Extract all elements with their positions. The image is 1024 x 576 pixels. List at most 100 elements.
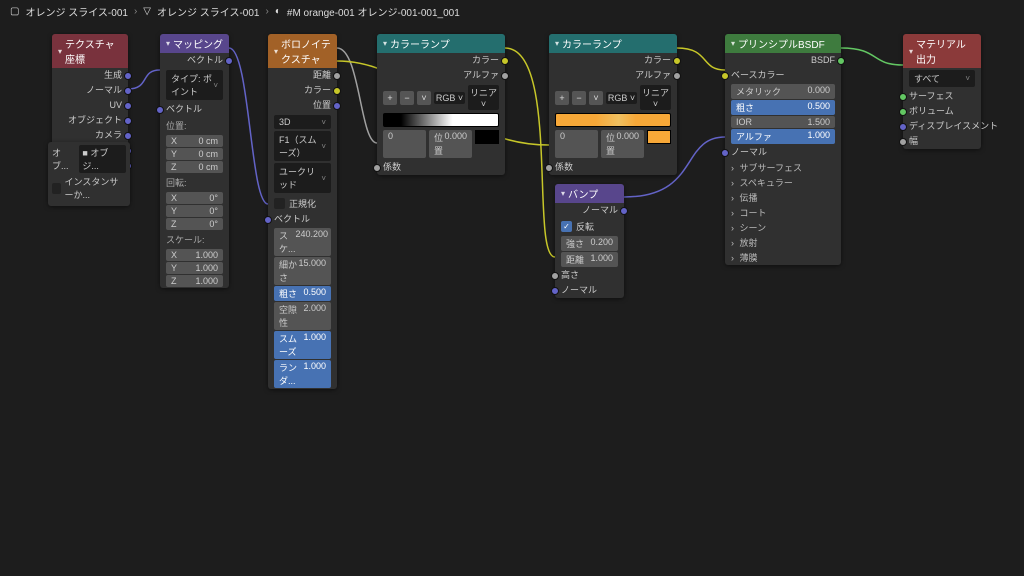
socket-input[interactable]: 高さ — [555, 268, 624, 283]
stop-color-swatch[interactable] — [647, 130, 671, 144]
socket-output[interactable]: カラー — [549, 53, 677, 68]
metallic-input[interactable]: メタリック0.000 — [731, 84, 835, 99]
node-color-ramp-2[interactable]: ▾カラーランプ カラー アルファ + − ˅ RGB ˅ リニア ˅ 0 位置0… — [549, 34, 677, 175]
group-emission[interactable]: › 放射 — [725, 235, 841, 250]
socket-output[interactable]: アルファ — [377, 68, 505, 83]
socket-output[interactable]: アルファ — [549, 68, 677, 83]
target-dropdown[interactable]: すべて˅ — [909, 70, 975, 87]
node-bump[interactable]: ▾バンプ ノーマル ✓反転 強さ0.200 距離1.000 高さ ノーマル — [555, 184, 624, 298]
socket-input[interactable]: ベクトル — [268, 212, 337, 227]
scale-z[interactable]: Z1.000 — [166, 275, 223, 287]
node-voronoi-texture[interactable]: ▾ボロノイテクスチャ 距離 カラー 位置 3D˅ F1（スムーズ）˅ ユークリッ… — [268, 34, 337, 389]
node-material-output[interactable]: ▾マテリアル出力 すべて˅ サーフェス ボリューム ディスプレイスメント 幅 — [903, 34, 981, 149]
checkbox[interactable] — [52, 183, 61, 194]
breadcrumb-item[interactable]: #M orange-001 オレンジ-001-001_001 — [287, 4, 460, 19]
dimensions-dropdown[interactable]: 3D˅ — [274, 115, 331, 129]
alpha-input[interactable]: アルファ1.000 — [731, 129, 835, 144]
gradient-bar[interactable] — [383, 113, 499, 127]
socket-output[interactable]: 生成 — [52, 68, 128, 83]
socket-input[interactable]: ベクトル — [160, 102, 229, 117]
socket-output[interactable]: ノーマル — [555, 203, 624, 218]
breadcrumb-item[interactable]: オレンジ スライス-001 — [25, 4, 128, 19]
node-header[interactable]: ▾バンプ — [555, 184, 624, 203]
ior-input[interactable]: IOR1.500 — [731, 116, 835, 128]
rot-y[interactable]: Y0° — [166, 205, 223, 217]
randomness-input[interactable]: ランダ...1.000 — [274, 360, 331, 388]
loc-z[interactable]: Z0 cm — [166, 161, 223, 173]
loc-x[interactable]: X0 cm — [166, 135, 223, 147]
socket-input[interactable]: 係数 — [549, 160, 677, 175]
type-dropdown[interactable]: タイプ: ポイント˅ — [166, 70, 223, 100]
stop-index[interactable]: 0 — [555, 130, 598, 158]
normalize-checkbox[interactable] — [274, 198, 285, 209]
roughness-input[interactable]: 粗さ0.500 — [274, 286, 331, 301]
ramp-menu-button[interactable]: ˅ — [589, 91, 603, 105]
socket-input[interactable]: ノーマル — [725, 145, 841, 160]
node-header[interactable]: ▾マテリアル出力 — [903, 34, 981, 68]
socket-output[interactable]: カラー — [268, 83, 337, 98]
remove-stop-button[interactable]: − — [572, 91, 586, 105]
strength-input[interactable]: 強さ0.200 — [561, 236, 618, 251]
node-header[interactable]: ▾マッピング — [160, 34, 229, 53]
node-mapping[interactable]: ▾マッピング ベクトル タイプ: ポイント˅ ベクトル 位置: X0 cm Y0… — [160, 34, 229, 288]
metric-dropdown[interactable]: ユークリッド˅ — [274, 163, 331, 193]
node-header[interactable]: ▾カラーランプ — [549, 34, 677, 53]
group-transmission[interactable]: › 伝播 — [725, 190, 841, 205]
stop-index[interactable]: 0 — [383, 130, 426, 158]
gradient-bar[interactable] — [555, 113, 671, 127]
socket-input[interactable]: ベースカラー — [725, 68, 841, 83]
socket-output[interactable]: ベクトル — [160, 53, 229, 68]
stop-position[interactable]: 位置0.000 — [429, 130, 472, 158]
group-specular[interactable]: › スペキュラー — [725, 175, 841, 190]
socket-input[interactable]: ディスプレイスメント — [903, 119, 981, 134]
texcoord-panel[interactable]: オブ... ■ オブジ... インスタンサーか... — [48, 142, 130, 206]
loc-y[interactable]: Y0 cm — [166, 148, 223, 160]
group-thinfilm[interactable]: › 薄膜 — [725, 250, 841, 265]
socket-output[interactable]: ノーマル — [52, 83, 128, 98]
scale-y[interactable]: Y1.000 — [166, 262, 223, 274]
node-header[interactable]: ▾プリンシプルBSDF — [725, 34, 841, 53]
breadcrumb-item[interactable]: オレンジ スライス-001 — [157, 4, 260, 19]
socket-input[interactable]: 幅 — [903, 134, 981, 149]
lacunarity-input[interactable]: 空隙性2.000 — [274, 302, 331, 330]
ramp-menu-button[interactable]: ˅ — [417, 91, 431, 105]
socket-output[interactable]: カメラ — [52, 128, 128, 143]
group-sheen[interactable]: › シーン — [725, 220, 841, 235]
group-coat[interactable]: › コート — [725, 205, 841, 220]
group-subsurface[interactable]: › サブサーフェス — [725, 160, 841, 175]
socket-output[interactable]: カラー — [377, 53, 505, 68]
invert-checkbox[interactable]: ✓ — [561, 221, 572, 232]
object-field[interactable]: ■ オブジ... — [79, 145, 126, 173]
distance-input[interactable]: 距離1.000 — [561, 252, 618, 267]
color-mode-dropdown[interactable]: RGB ˅ — [606, 92, 637, 104]
color-mode-dropdown[interactable]: RGB ˅ — [434, 92, 465, 104]
socket-input[interactable]: サーフェス — [903, 89, 981, 104]
socket-output[interactable]: UV — [52, 98, 128, 113]
node-principled-bsdf[interactable]: ▾プリンシプルBSDF BSDF ベースカラー メタリック0.000 粗さ0.5… — [725, 34, 841, 265]
feature-dropdown[interactable]: F1（スムーズ）˅ — [274, 131, 331, 161]
socket-input[interactable]: ボリューム — [903, 104, 981, 119]
node-color-ramp-1[interactable]: ▾カラーランプ カラー アルファ + − ˅ RGB ˅ リニア ˅ 0 位置0… — [377, 34, 505, 175]
socket-output[interactable]: BSDF — [725, 53, 841, 68]
interpolation-dropdown[interactable]: リニア ˅ — [468, 85, 499, 110]
socket-output[interactable]: 位置 — [268, 98, 337, 113]
add-stop-button[interactable]: + — [383, 91, 397, 105]
node-header[interactable]: ▾カラーランプ — [377, 34, 505, 53]
smoothness-input[interactable]: スムーズ1.000 — [274, 331, 331, 359]
stop-color-swatch[interactable] — [475, 130, 499, 144]
rot-z[interactable]: Z0° — [166, 218, 223, 230]
roughness-input[interactable]: 粗さ0.500 — [731, 100, 835, 115]
socket-output[interactable]: オブジェクト — [52, 113, 128, 128]
node-header[interactable]: ▾ボロノイテクスチャ — [268, 34, 337, 68]
socket-output[interactable]: 距離 — [268, 68, 337, 83]
scale-x[interactable]: X1.000 — [166, 249, 223, 261]
socket-input[interactable]: ノーマル — [555, 283, 624, 298]
remove-stop-button[interactable]: − — [400, 91, 414, 105]
socket-input[interactable]: 係数 — [377, 160, 505, 175]
node-header[interactable]: ▾テクスチャ座標 — [52, 34, 128, 68]
stop-position[interactable]: 位置0.000 — [601, 130, 644, 158]
detail-input[interactable]: 細かさ15.000 — [274, 257, 331, 285]
add-stop-button[interactable]: + — [555, 91, 569, 105]
scale-input[interactable]: スケ...240.200 — [274, 228, 331, 256]
rot-x[interactable]: X0° — [166, 192, 223, 204]
